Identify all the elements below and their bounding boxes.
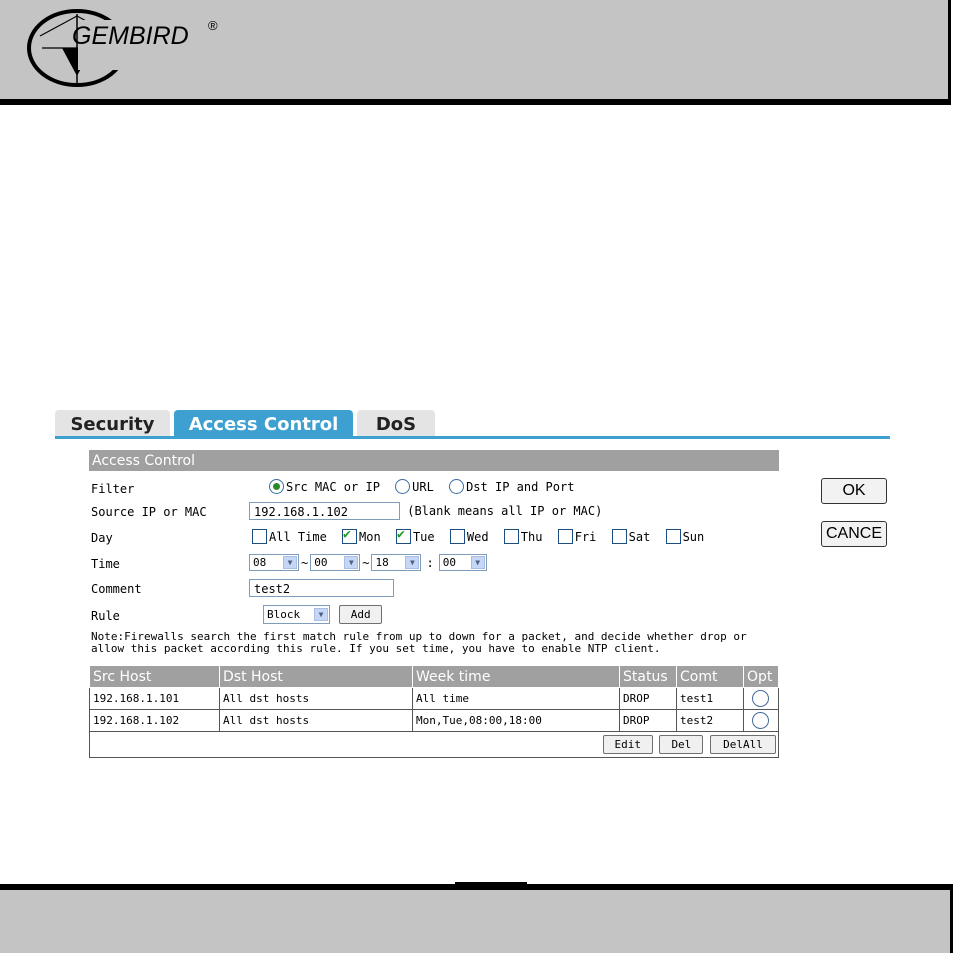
- day-thu-label: Thu: [520, 529, 543, 544]
- day-alltime-checkbox[interactable]: [252, 529, 267, 544]
- cell-src: 192.168.1.101: [89, 687, 220, 710]
- rule-value: Block: [267, 608, 301, 621]
- day-thu-checkbox[interactable]: [503, 529, 519, 544]
- time-range-sep: ~: [301, 555, 309, 570]
- tab-underline: [55, 436, 890, 439]
- filter-url-label: URL: [412, 479, 434, 494]
- tab-access-control[interactable]: Access Control: [174, 410, 353, 437]
- chevron-down-icon: ▼: [470, 556, 485, 569]
- add-button[interactable]: Add: [339, 605, 383, 624]
- comment-label: Comment: [91, 582, 142, 596]
- cell-status: DROP: [619, 687, 677, 710]
- access-control-panel: Access Control Filter Src MAC or IP URL …: [89, 450, 779, 758]
- filter-src-radio[interactable]: [269, 479, 284, 494]
- del-button[interactable]: Del: [659, 735, 704, 754]
- ok-button[interactable]: OK: [821, 478, 887, 504]
- rules-table: Src Host Dst Host Week time Status Comt …: [89, 665, 779, 758]
- cell-dst: All dst hosts: [219, 687, 413, 710]
- day-alltime-label: All Time: [269, 529, 327, 544]
- col-comt: Comt: [676, 665, 744, 688]
- start-min-select[interactable]: 00 ▼: [310, 554, 361, 571]
- table-row: 192.168.1.102 All dst hosts Mon,Tue,08:0…: [89, 709, 779, 732]
- filter-src-label: Src MAC or IP: [286, 479, 380, 494]
- day-mon-checkbox[interactable]: [342, 527, 358, 544]
- day-wed-checkbox[interactable]: [449, 529, 465, 544]
- day-mon-label: Mon: [359, 529, 381, 544]
- cell-comt: test1: [676, 687, 744, 710]
- day-label: Day: [91, 531, 113, 545]
- day-sun-label: Sun: [682, 529, 705, 544]
- col-src-host: Src Host: [89, 665, 220, 688]
- comment-input[interactable]: test2: [249, 579, 394, 597]
- header-bar: GEMBIRD ®: [0, 0, 951, 105]
- panel-title: Access Control: [89, 450, 779, 471]
- cell-dst: All dst hosts: [219, 709, 413, 732]
- time-label: Time: [91, 557, 120, 571]
- edit-button[interactable]: Edit: [602, 735, 653, 754]
- table-row: 192.168.1.101 All dst hosts All time DRO…: [89, 687, 779, 710]
- col-week-time: Week time: [412, 665, 620, 688]
- source-ip-input[interactable]: 192.168.1.102: [249, 502, 400, 520]
- cell-comt: test2: [676, 709, 744, 732]
- table-actions-row: Edit Del DelAll: [89, 731, 779, 758]
- delall-button[interactable]: DelAll: [710, 735, 776, 754]
- day-sat-label: Sat: [628, 529, 651, 544]
- filter-dst-label: Dst IP and Port: [466, 479, 575, 494]
- start-min-value: 00: [314, 556, 328, 569]
- source-label: Source IP or MAC: [91, 505, 207, 519]
- end-hour-value: 18: [375, 556, 389, 569]
- day-wed-label: Wed: [466, 529, 489, 544]
- col-dst-host: Dst Host: [219, 665, 413, 688]
- actions-cell: Edit Del DelAll: [89, 731, 779, 758]
- time-colon: :: [426, 555, 434, 570]
- cell-week: All time: [412, 687, 620, 710]
- cancel-button[interactable]: CANCE: [821, 521, 887, 547]
- chevron-down-icon: ▼: [283, 556, 297, 569]
- firewall-note: Note:Firewalls search the first match ru…: [91, 630, 747, 655]
- rule-label: Rule: [91, 609, 120, 623]
- row-select-radio[interactable]: [751, 712, 769, 729]
- col-status: Status: [619, 665, 677, 688]
- end-min-value: 00: [442, 556, 456, 569]
- table-header-row: Src Host Dst Host Week time Status Comt …: [89, 665, 779, 688]
- day-sat-checkbox[interactable]: [611, 529, 627, 544]
- source-hint: (Blank means all IP or MAC): [407, 504, 603, 518]
- cell-opt: [743, 709, 779, 732]
- col-opt: Opt: [743, 665, 779, 688]
- day-tue-label: Tue: [412, 529, 435, 544]
- row-select-radio[interactable]: [751, 690, 769, 707]
- time-range-sep: ~: [362, 555, 370, 570]
- brand-name: GEMBIRD: [72, 22, 189, 50]
- chevron-down-icon: ▼: [314, 608, 328, 621]
- cell-src: 192.168.1.102: [89, 709, 220, 732]
- registered-mark: ®: [208, 18, 218, 33]
- cell-week: Mon,Tue,08:00,18:00: [412, 709, 620, 732]
- tab-security[interactable]: Security: [55, 410, 170, 437]
- start-hour-select[interactable]: 08 ▼: [249, 554, 299, 571]
- chevron-down-icon: ▼: [344, 556, 359, 569]
- day-sun-checkbox[interactable]: [665, 529, 681, 544]
- footer-bar: [0, 890, 953, 953]
- tab-dos[interactable]: DoS: [357, 410, 435, 437]
- end-hour-select[interactable]: 18 ▼: [371, 554, 422, 571]
- day-fri-checkbox[interactable]: [557, 529, 573, 544]
- filter-label: Filter: [91, 482, 135, 496]
- cell-opt: [743, 687, 779, 710]
- chevron-down-icon: ▼: [405, 556, 420, 569]
- day-fri-label: Fri: [574, 529, 597, 544]
- filter-dst-radio[interactable]: [449, 479, 465, 494]
- rule-select[interactable]: Block ▼: [263, 605, 330, 624]
- filter-url-radio[interactable]: [395, 479, 411, 494]
- cell-status: DROP: [619, 709, 677, 732]
- end-min-select[interactable]: 00 ▼: [438, 554, 487, 571]
- start-hour-value: 08: [253, 556, 267, 569]
- day-tue-checkbox[interactable]: [395, 527, 411, 544]
